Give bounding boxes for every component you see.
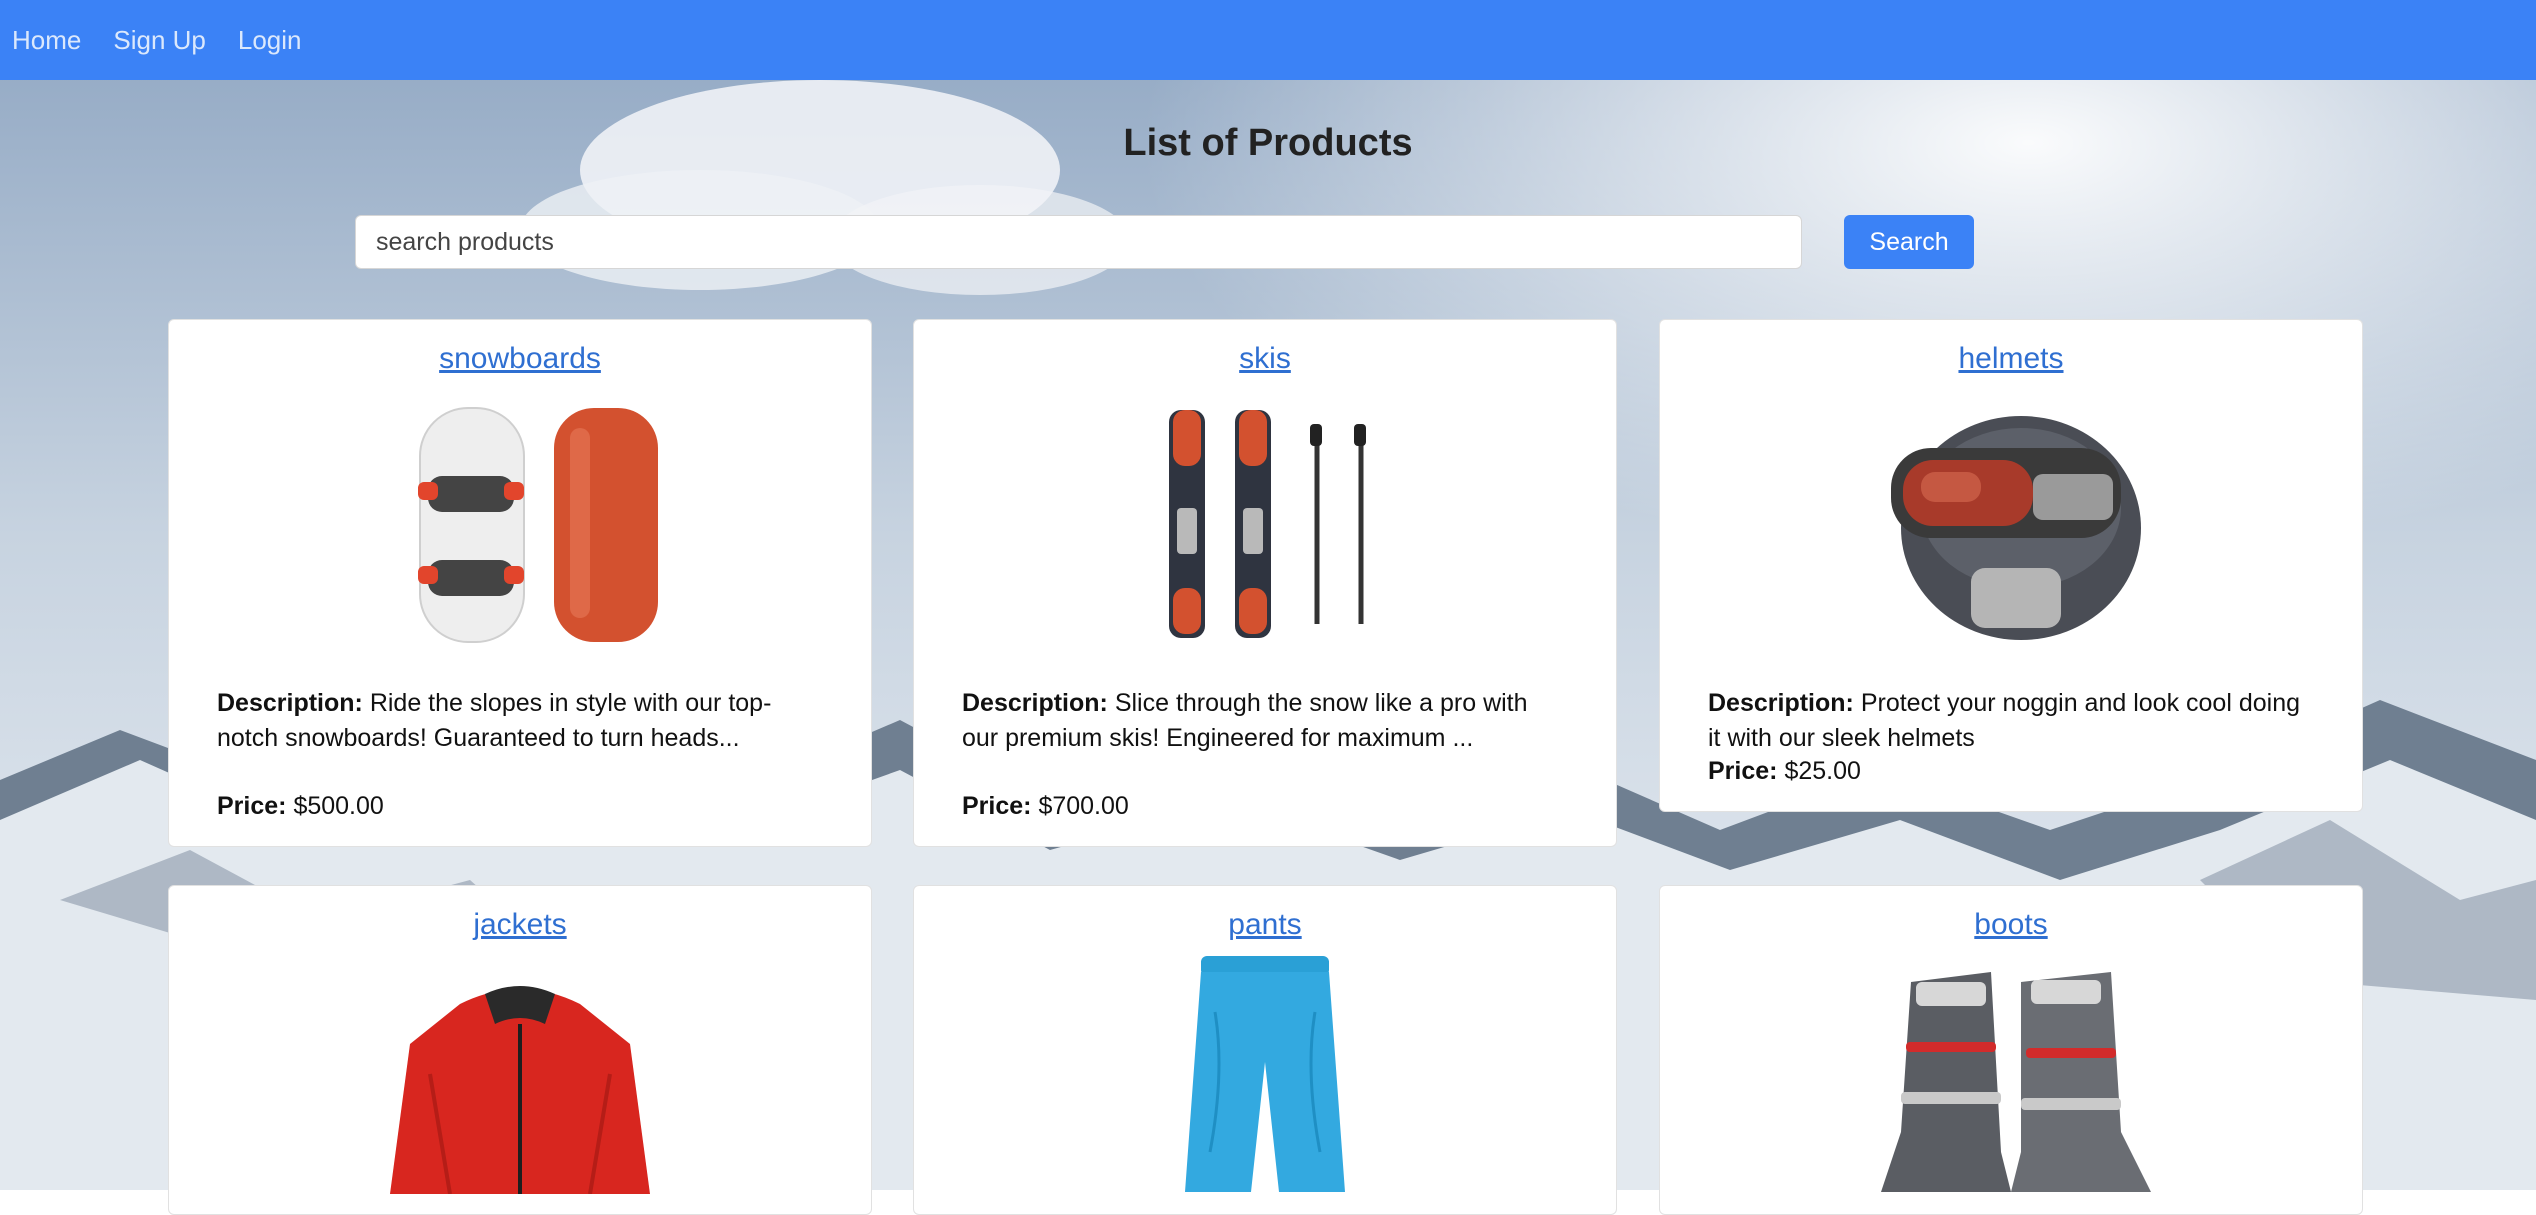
jacket-image (390, 986, 650, 1194)
price-value: $500.00 (293, 792, 384, 820)
product-title-link[interactable]: boots (1660, 908, 2362, 942)
search-button[interactable]: Search (1844, 215, 1974, 269)
product-title-link[interactable]: helmets (1660, 342, 2362, 376)
helmet-image (1891, 416, 2141, 640)
description-label: Description: (217, 689, 363, 717)
product-card-helmets: helmets Description: Protect your noggin… (1659, 319, 2363, 812)
product-price: Price: $25.00 (1708, 757, 1861, 786)
product-price: Price: $700.00 (962, 792, 1129, 821)
product-price: Price: $500.00 (217, 792, 384, 821)
description-label: Description: (1708, 689, 1854, 717)
skis-image (1169, 410, 1366, 638)
price-label: Price: (217, 792, 287, 820)
main-content: List of Products Search snowboards Descr… (0, 80, 2536, 1215)
price-label: Price: (1708, 757, 1778, 785)
pants-image (1185, 956, 1345, 1192)
product-description: Description: Ride the slopes in style wi… (217, 686, 823, 756)
search-input[interactable] (355, 215, 1802, 269)
price-value: $25.00 (1784, 757, 1861, 785)
product-description: Description: Protect your noggin and loo… (1708, 686, 2314, 756)
page-title: List of Products (1123, 122, 1413, 164)
nav-login-link[interactable]: Login (238, 25, 302, 56)
price-value: $700.00 (1038, 792, 1129, 820)
top-navbar: Home Sign Up Login (0, 0, 2536, 80)
price-label: Price: (962, 792, 1032, 820)
nav-signup-link[interactable]: Sign Up (113, 25, 206, 56)
product-card-jackets: jackets (168, 885, 872, 1215)
product-title-link[interactable]: skis (914, 342, 1616, 376)
product-card-skis: skis Description: Slice through the snow… (913, 319, 1617, 847)
product-card-pants: pants (913, 885, 1617, 1215)
product-card-snowboards: snowboards Description: Ride the slopes … (168, 319, 872, 847)
product-title-link[interactable]: jackets (169, 908, 871, 942)
product-title-link[interactable]: snowboards (169, 342, 871, 376)
product-card-boots: boots (1659, 885, 2363, 1215)
description-label: Description: (962, 689, 1108, 717)
nav-home-link[interactable]: Home (12, 25, 81, 56)
boots-image (1881, 972, 2151, 1192)
snowboard-image (418, 407, 658, 643)
product-title-link[interactable]: pants (914, 908, 1616, 942)
product-description: Description: Slice through the snow like… (962, 686, 1568, 756)
